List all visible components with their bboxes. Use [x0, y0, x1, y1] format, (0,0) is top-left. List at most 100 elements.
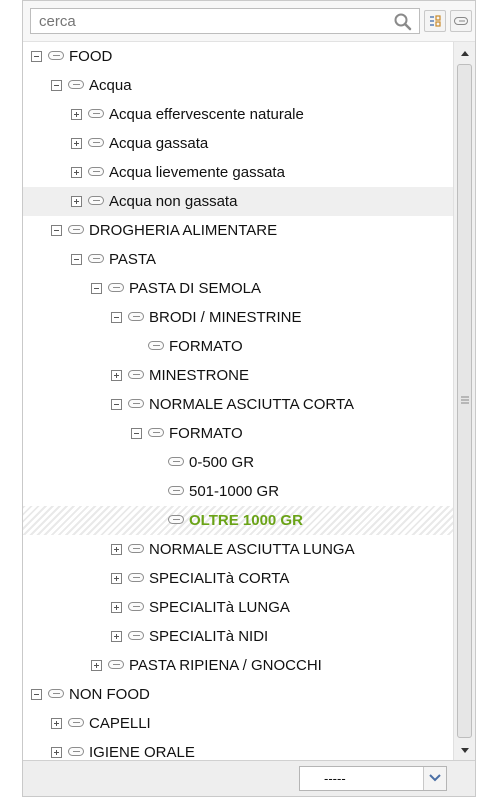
tree-node-label: NORMALE ASCIUTTA CORTA — [149, 396, 355, 413]
tag-icon — [68, 747, 84, 756]
tree-node[interactable]: DROGHERIA ALIMENTARE — [23, 216, 453, 245]
tree-node-label: NORMALE ASCIUTTA LUNGA — [149, 541, 355, 558]
tag-icon — [88, 254, 104, 263]
tree-node[interactable]: Acqua gassata — [23, 129, 453, 158]
tree-node[interactable]: FORMATO — [23, 419, 453, 448]
tree-node-label: SPECIALITà LUNGA — [149, 599, 290, 616]
collapse-icon[interactable] — [91, 283, 102, 294]
tag-icon — [128, 399, 144, 408]
expand-icon[interactable] — [91, 660, 102, 671]
collapse-icon[interactable] — [71, 254, 82, 265]
tag-icon — [168, 457, 184, 466]
category-tree: FOOD Acqua Acqua effervescente naturale Acq… — [23, 42, 453, 762]
tree-node[interactable]: NORMALE ASCIUTTA CORTA — [23, 390, 453, 419]
filter-select-value: ----- — [324, 771, 346, 786]
tree-node[interactable]: BRODI / MINESTRINE — [23, 303, 453, 332]
tree-node[interactable]: Acqua — [23, 71, 453, 100]
tree-node-label: BRODI / MINESTRINE — [149, 309, 302, 326]
collapse-icon[interactable] — [51, 80, 62, 91]
expand-icon[interactable] — [71, 109, 82, 120]
tree-node-label: Acqua lievemente gassata — [109, 164, 285, 181]
tag-icon — [88, 167, 104, 176]
tag-icon — [68, 718, 84, 727]
search-input[interactable] — [31, 9, 371, 33]
tag-icon — [128, 602, 144, 611]
expand-icon[interactable] — [111, 544, 122, 555]
expand-icon[interactable] — [71, 196, 82, 207]
tree-node[interactable]: OLTRE 1000 GR — [23, 506, 453, 535]
collapse-icon[interactable] — [111, 312, 122, 323]
tree-node[interactable]: PASTA RIPIENA / GNOCCHI — [23, 651, 453, 680]
category-tree-panel: FOOD Acqua Acqua effervescente naturale Acq… — [22, 0, 476, 797]
tag-icon — [454, 17, 468, 25]
scrollbar-thumb[interactable] — [457, 64, 472, 738]
tree-node-label: NON FOOD — [69, 686, 150, 703]
expand-icon[interactable] — [111, 602, 122, 613]
tag-icon — [128, 544, 144, 553]
tree-node[interactable]: SPECIALITà NIDI — [23, 622, 453, 651]
tree-node[interactable]: 0-500 GR — [23, 448, 453, 477]
tree-node[interactable]: IGIENE ORALE — [23, 738, 453, 762]
tree-node[interactable]: NORMALE ASCIUTTA LUNGA — [23, 535, 453, 564]
collapse-icon[interactable] — [51, 225, 62, 236]
tag-icon — [108, 660, 124, 669]
tag-button[interactable] — [450, 10, 472, 32]
tree-node[interactable]: SPECIALITà LUNGA — [23, 593, 453, 622]
collapse-icon[interactable] — [131, 428, 142, 439]
expand-icon[interactable] — [111, 573, 122, 584]
tree-node-label: SPECIALITà NIDI — [149, 628, 269, 645]
tree-node[interactable]: NON FOOD — [23, 680, 453, 709]
expand-icon[interactable] — [51, 718, 62, 729]
tree-node-label: PASTA DI SEMOLA — [129, 280, 261, 297]
vertical-scrollbar[interactable] — [453, 42, 475, 762]
tree-node-label: PASTA — [109, 251, 156, 268]
tag-icon — [128, 370, 144, 379]
tree-node[interactable]: MINESTRONE — [23, 361, 453, 390]
tree-node-label: CAPELLI — [89, 715, 151, 732]
scroll-up-icon[interactable] — [459, 48, 471, 60]
tree-node[interactable]: FOOD — [23, 42, 453, 71]
tag-icon — [148, 428, 164, 437]
collapse-icon[interactable] — [31, 51, 42, 62]
tree-node[interactable]: CAPELLI — [23, 709, 453, 738]
expand-icon[interactable] — [111, 631, 122, 642]
search-icon[interactable] — [393, 12, 413, 32]
filter-select[interactable]: ----- — [299, 766, 447, 791]
tree-node-label: 501-1000 GR — [189, 483, 280, 500]
tag-icon — [88, 138, 104, 147]
tree-node-label: Acqua gassata — [109, 135, 209, 152]
tree-node[interactable]: Acqua non gassata — [23, 187, 453, 216]
tree-node[interactable]: FORMATO — [23, 332, 453, 361]
tree-node-label: SPECIALITà CORTA — [149, 570, 290, 587]
tag-icon — [128, 312, 144, 321]
tree-node-label: Acqua — [89, 77, 132, 94]
tag-icon — [88, 109, 104, 118]
expand-icon[interactable] — [111, 370, 122, 381]
tree-node-label: FORMATO — [169, 338, 243, 355]
expand-icon[interactable] — [51, 747, 62, 758]
tag-icon — [168, 486, 184, 495]
tree-node[interactable]: SPECIALITà CORTA — [23, 564, 453, 593]
tree-node[interactable]: PASTA DI SEMOLA — [23, 274, 453, 303]
tree-node-label: FOOD — [69, 48, 113, 65]
chevron-down-icon — [429, 774, 441, 782]
tree-node[interactable]: 501-1000 GR — [23, 477, 453, 506]
search-box — [30, 8, 420, 34]
tree-node[interactable]: Acqua lievemente gassata — [23, 158, 453, 187]
expand-icon[interactable] — [71, 167, 82, 178]
expand-all-button[interactable] — [424, 10, 446, 32]
collapse-icon[interactable] — [31, 689, 42, 700]
tree-node-label: OLTRE 1000 GR — [189, 512, 303, 529]
tag-icon — [68, 80, 84, 89]
expand-icon[interactable] — [71, 138, 82, 149]
tag-icon — [108, 283, 124, 292]
tree-node[interactable]: Acqua effervescente naturale — [23, 100, 453, 129]
scroll-down-icon[interactable] — [459, 744, 471, 756]
tree-node-label: Acqua effervescente naturale — [109, 106, 304, 123]
collapse-icon[interactable] — [111, 399, 122, 410]
tree-node[interactable]: PASTA — [23, 245, 453, 274]
tag-icon — [128, 631, 144, 640]
tag-icon — [88, 196, 104, 205]
dropdown-button[interactable] — [423, 767, 446, 790]
tree-node-label: MINESTRONE — [149, 367, 250, 384]
